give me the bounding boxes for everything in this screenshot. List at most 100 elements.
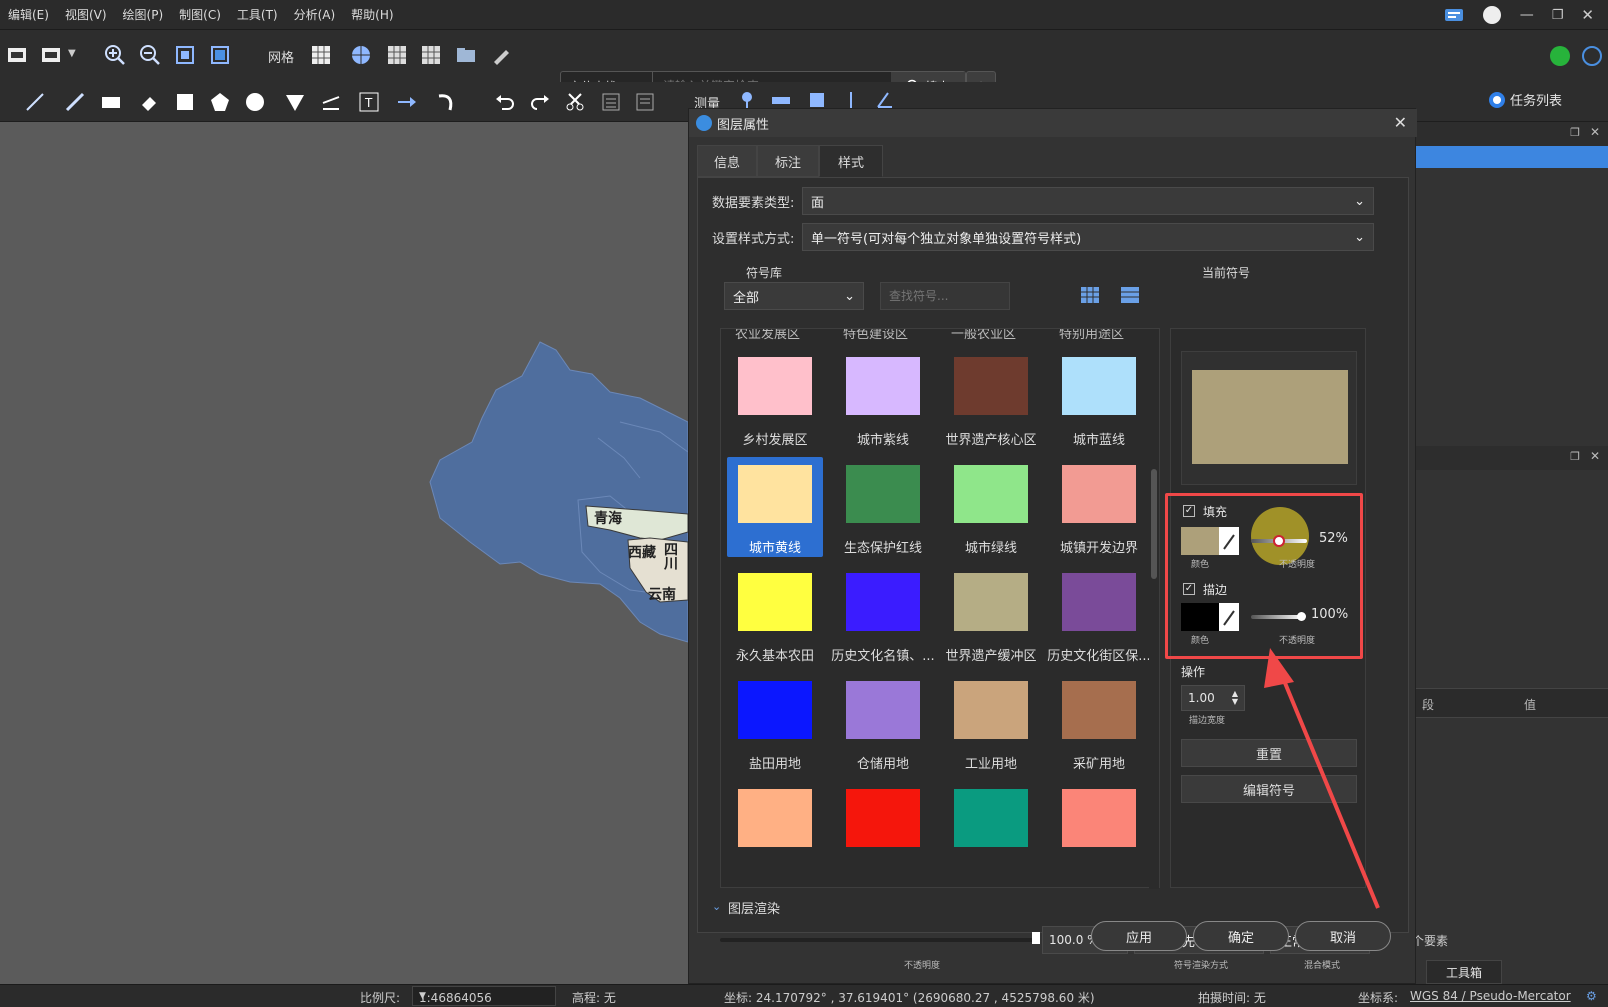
symbol-item[interactable]: 工业用地 <box>943 673 1039 773</box>
fill-color-swatch[interactable] <box>1181 527 1219 555</box>
stroke-opacity-slider[interactable] <box>1251 615 1303 619</box>
rectangle-icon[interactable] <box>98 89 124 115</box>
list-view-icon[interactable] <box>1118 284 1142 306</box>
wechat-icon[interactable] <box>1550 46 1570 66</box>
minimize-icon[interactable]: — <box>1520 7 1534 23</box>
symbol-item[interactable]: 永久基本农田 <box>727 565 823 665</box>
menu-item[interactable]: 视图(V) <box>57 6 115 23</box>
symbol-item[interactable] <box>727 781 823 881</box>
square-icon[interactable] <box>172 89 198 115</box>
scrollbar[interactable] <box>1149 329 1159 889</box>
layer-import-icon[interactable] <box>38 42 64 68</box>
fill-checkbox[interactable]: ✓ <box>1183 505 1195 517</box>
toolbox-tab[interactable]: 工具箱 <box>1426 960 1502 984</box>
stroke-checkbox[interactable]: ✓ <box>1183 583 1195 595</box>
fill-opacity-handle[interactable] <box>1273 535 1285 547</box>
restore-icon[interactable]: ❐ <box>1552 8 1564 23</box>
close-icon[interactable]: ✕ <box>1590 125 1600 139</box>
globe-icon[interactable] <box>348 42 374 68</box>
redo-icon[interactable] <box>527 89 553 115</box>
zoom-extent-icon[interactable] <box>172 42 198 68</box>
arrow-icon[interactable] <box>394 89 420 115</box>
avatar[interactable] <box>1482 5 1502 25</box>
grid-view-icon[interactable] <box>1078 284 1102 306</box>
symbol-item[interactable]: 历史文化名镇、... <box>831 565 935 665</box>
table-icon[interactable] <box>632 89 658 115</box>
tab-label-settings[interactable]: 标注 <box>757 145 819 177</box>
symbol-item[interactable] <box>835 781 931 881</box>
symbol-item[interactable]: 乡村发展区 <box>727 349 823 449</box>
symbol-item[interactable]: 城镇开发边界 <box>1051 457 1147 557</box>
symbol-item[interactable]: 世界遗产核心区 <box>943 349 1039 449</box>
menu-item[interactable]: 制图(C) <box>171 6 229 23</box>
tab-info[interactable]: 信息 <box>697 145 757 177</box>
curve-icon[interactable] <box>434 89 460 115</box>
triangle-icon[interactable] <box>282 89 308 115</box>
menu-item[interactable]: 帮助(H) <box>343 6 401 23</box>
stroke-color-swatch[interactable] <box>1181 603 1219 631</box>
text-icon[interactable]: T <box>356 89 382 115</box>
symbol-item[interactable]: 城市蓝线 <box>1051 349 1147 449</box>
chevron-down-icon[interactable]: ⌄ <box>712 900 721 913</box>
close-icon[interactable]: ✕ <box>1581 6 1594 24</box>
render-opacity-handle[interactable] <box>1032 932 1040 944</box>
menu-item[interactable]: 绘图(P) <box>115 6 172 23</box>
symbol-item[interactable]: 仓储用地 <box>835 673 931 773</box>
circle-icon[interactable] <box>242 89 268 115</box>
symbol-item[interactable]: 城市黄线 <box>727 457 823 557</box>
symbol-item[interactable]: 城市绿线 <box>943 457 1039 557</box>
line-icon[interactable] <box>22 89 48 115</box>
close-icon[interactable]: ✕ <box>1394 113 1407 132</box>
km-grid-icon[interactable] <box>384 42 410 68</box>
library-filter-dropdown[interactable]: 全部 ⌄ <box>724 282 864 310</box>
nm-grid-icon[interactable] <box>418 42 444 68</box>
symbol-item[interactable]: 历史文化街区保... <box>1047 565 1151 665</box>
eyedropper-icon[interactable] <box>1219 603 1239 631</box>
brush-icon[interactable] <box>488 42 514 68</box>
close-icon[interactable]: ✕ <box>1590 449 1600 463</box>
ok-button[interactable]: 确定 <box>1193 921 1289 951</box>
zoom-out-icon[interactable] <box>137 42 163 68</box>
render-opacity-slider[interactable] <box>720 938 1036 942</box>
gear-icon[interactable]: ⚙ <box>1586 989 1597 1003</box>
grid-label[interactable]: 网格 <box>268 47 294 66</box>
feature-type-dropdown[interactable]: 面 ⌄ <box>802 187 1374 215</box>
list-icon[interactable] <box>598 89 624 115</box>
scissors-icon[interactable] <box>562 89 588 115</box>
full-extent-icon[interactable] <box>207 42 233 68</box>
tab-style[interactable]: 样式 <box>819 145 883 177</box>
symbol-item[interactable]: 盐田用地 <box>727 673 823 773</box>
menu-item[interactable]: 工具(T) <box>229 6 286 23</box>
zoom-in-icon[interactable] <box>102 42 128 68</box>
layer-add-icon[interactable] <box>4 42 30 68</box>
stroke-opacity-handle[interactable] <box>1297 612 1306 621</box>
restore-icon[interactable]: ❐ <box>1570 450 1580 463</box>
pentagon-icon[interactable] <box>207 89 233 115</box>
cancel-button[interactable]: 取消 <box>1295 921 1391 951</box>
undo-icon[interactable] <box>492 89 518 115</box>
menu-item[interactable]: 编辑(E) <box>0 6 57 23</box>
eraser-icon[interactable] <box>136 89 162 115</box>
polyline-icon[interactable] <box>62 89 88 115</box>
chevron-down-icon[interactable]: ▼ <box>68 48 76 59</box>
restore-icon[interactable]: ❐ <box>1570 126 1580 139</box>
grid-icon[interactable] <box>308 42 334 68</box>
eyedropper-icon[interactable] <box>1219 527 1239 555</box>
folder-icon[interactable] <box>453 42 479 68</box>
baseline-icon[interactable] <box>318 89 344 115</box>
symbol-search-input[interactable] <box>880 282 1010 310</box>
scale-dropdown[interactable]: 1:46864056 ▼ <box>412 986 556 1006</box>
symbol-item[interactable]: 生态保护红线 <box>835 457 931 557</box>
symbol-item[interactable]: 世界遗产缓冲区 <box>943 565 1039 665</box>
message-icon[interactable] <box>1444 7 1464 23</box>
stroke-width-stepper[interactable]: 1.00 ▲ ▼ <box>1181 685 1245 711</box>
symbol-item[interactable] <box>1051 781 1147 881</box>
sync-icon[interactable] <box>1582 46 1602 66</box>
style-mode-dropdown[interactable]: 单一符号(可对每个独立对象单独设置符号样式) ⌄ <box>802 223 1374 251</box>
menu-item[interactable]: 分析(A) <box>286 6 344 23</box>
symbol-item[interactable]: 采矿用地 <box>1051 673 1147 773</box>
map-canvas[interactable]: 青海 西藏 四川 云南 <box>0 122 689 984</box>
crs-link[interactable]: WGS 84 / Pseudo-Mercator <box>1410 989 1571 1003</box>
task-list-button[interactable]: 任务列表 <box>1488 90 1562 109</box>
symbol-item[interactable] <box>943 781 1039 881</box>
